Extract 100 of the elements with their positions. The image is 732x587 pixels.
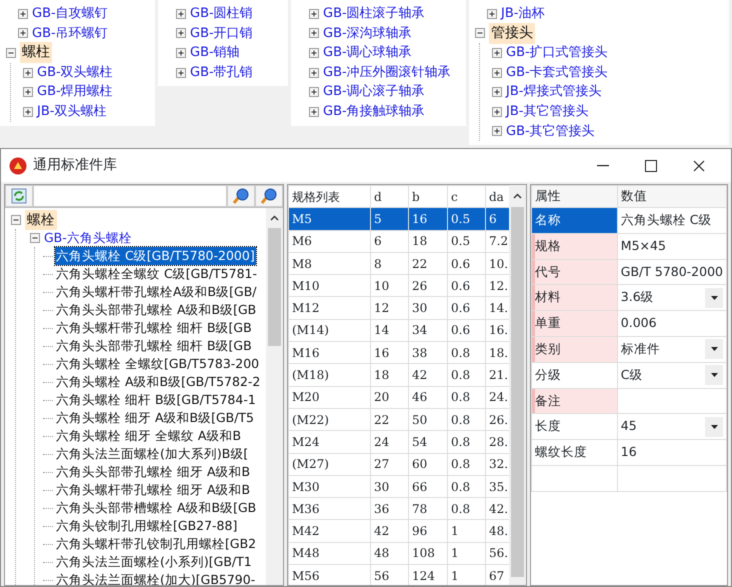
- table-cell[interactable]: M56: [288, 564, 370, 585]
- expand-icon[interactable]: [492, 68, 502, 78]
- table-cell[interactable]: 22: [408, 252, 448, 275]
- table-cell[interactable]: 16: [408, 208, 448, 230]
- dropdown-button[interactable]: [705, 365, 723, 386]
- table-cell[interactable]: M10: [288, 274, 370, 297]
- tree-item[interactable]: GB-调心球轴承: [323, 43, 412, 63]
- tree-item[interactable]: GB-双头螺柱: [37, 62, 113, 82]
- tree-item[interactable]: 六角头铰制孔用螺栓[GB27-88]: [55, 516, 238, 536]
- expand-icon[interactable]: [492, 126, 502, 136]
- expand-icon[interactable]: [23, 87, 33, 98]
- category-label[interactable]: 螺柱: [20, 42, 52, 64]
- tree-item[interactable]: JB-双头螺柱: [37, 102, 106, 122]
- table-cell[interactable]: M16: [288, 342, 370, 364]
- expand-icon[interactable]: [23, 68, 33, 78]
- table-cell[interactable]: 0.8: [448, 453, 486, 476]
- tree-item[interactable]: JB-油杯: [501, 4, 544, 24]
- scroll-up-icon[interactable]: [270, 215, 279, 221]
- tree-item[interactable]: 六角头头部带孔螺栓 细杆 B级[GB: [55, 336, 253, 356]
- table-cell[interactable]: M5: [288, 208, 370, 230]
- table-cell[interactable]: 27: [370, 453, 408, 476]
- search-button[interactable]: [255, 185, 283, 207]
- tree-item[interactable]: GB-带孔销: [190, 62, 253, 82]
- scroll-thumb[interactable]: [268, 228, 281, 346]
- table-cell[interactable]: 30: [408, 296, 448, 320]
- scroll-up-icon[interactable]: [513, 193, 522, 199]
- table-cell[interactable]: 0.8: [448, 386, 486, 408]
- dropdown-button[interactable]: [705, 288, 723, 308]
- table-cell[interactable]: 30: [370, 475, 408, 498]
- tree-item[interactable]: 六角头螺杆带孔螺栓 细杆 B级[GB: [55, 318, 253, 338]
- table-cell[interactable]: 46: [408, 386, 448, 408]
- collapse-icon[interactable]: [30, 233, 40, 243]
- tree-item[interactable]: 六角头螺栓 细杆 B级[GB/T5784-1: [55, 390, 257, 410]
- tree-item[interactable]: GB-自攻螺钉: [32, 4, 108, 24]
- table-cell[interactable]: 0.5: [448, 208, 486, 230]
- search-field[interactable]: [33, 185, 227, 207]
- expand-icon[interactable]: [487, 8, 497, 19]
- table-cell[interactable]: (M27): [288, 453, 370, 476]
- tree-item[interactable]: GB-六角头螺栓: [44, 228, 132, 248]
- table-cell[interactable]: M36: [288, 498, 370, 520]
- refresh-button[interactable]: [5, 185, 33, 207]
- table-cell[interactable]: (M14): [288, 319, 370, 342]
- table-cell[interactable]: 108: [408, 542, 448, 565]
- expand-icon[interactable]: [18, 28, 28, 38]
- property-name[interactable]: 名称: [532, 208, 618, 234]
- expand-icon[interactable]: [309, 28, 319, 38]
- expand-icon[interactable]: [18, 8, 28, 19]
- tree-item[interactable]: 六角头法兰面螺栓(加大系列)B级[: [55, 444, 250, 464]
- expand-icon[interactable]: [176, 8, 186, 19]
- collapse-icon[interactable]: [11, 215, 21, 225]
- tree-item[interactable]: 六角头螺栓 细牙 A级和B级[GB/T5: [55, 408, 256, 428]
- table-cell[interactable]: 34: [408, 319, 448, 342]
- expand-icon[interactable]: [492, 87, 502, 98]
- table-cell[interactable]: 66: [408, 475, 448, 498]
- tree-item[interactable]: 六角头螺栓 细牙 全螺纹 A级和B: [55, 426, 242, 446]
- table-cell[interactable]: 16: [370, 342, 408, 364]
- property-name[interactable]: 备注: [532, 388, 618, 414]
- property-name[interactable]: 长度: [532, 414, 618, 440]
- table-cell[interactable]: 36: [370, 498, 408, 520]
- table-cell[interactable]: 14: [370, 319, 408, 342]
- table-cell[interactable]: 0.8: [448, 364, 486, 386]
- expand-icon[interactable]: [309, 48, 319, 58]
- property-name[interactable]: 单重: [532, 310, 618, 336]
- tree-item[interactable]: GB-卡套式管接头: [506, 62, 608, 82]
- dropdown-button[interactable]: [705, 339, 723, 360]
- table-cell[interactable]: 0.8: [448, 498, 486, 520]
- expand-icon[interactable]: [309, 8, 319, 19]
- table-cell[interactable]: 0.6: [448, 252, 486, 275]
- table-cell[interactable]: 60: [408, 453, 448, 476]
- table-cell[interactable]: (M18): [288, 364, 370, 386]
- dropdown-button[interactable]: [705, 416, 723, 437]
- expand-icon[interactable]: [309, 106, 319, 117]
- property-name[interactable]: 分级: [532, 362, 618, 388]
- tree-item[interactable]: GB-圆柱滚子轴承: [323, 4, 425, 24]
- tree-item[interactable]: 六角头螺杆带孔螺栓 细牙 A级和B: [55, 480, 252, 500]
- tree-item[interactable]: GB-其它管接头: [506, 122, 595, 142]
- table-cell[interactable]: 48: [370, 542, 408, 565]
- table-cell[interactable]: 0.6: [448, 296, 486, 320]
- tree-item[interactable]: 六角头头部带孔螺栓 细牙 A级和B: [55, 462, 252, 482]
- table-cell[interactable]: M12: [288, 296, 370, 320]
- table-cell[interactable]: 12: [370, 296, 408, 320]
- table-cell[interactable]: 1: [448, 542, 486, 565]
- tree-item[interactable]: JB-焊接式管接头: [506, 82, 602, 102]
- expand-icon[interactable]: [309, 68, 319, 78]
- table-cell[interactable]: 10: [370, 274, 408, 297]
- table-cell[interactable]: 8: [370, 252, 408, 275]
- table-cell[interactable]: 5: [370, 208, 408, 230]
- table-cell[interactable]: M30: [288, 475, 370, 498]
- expand-icon[interactable]: [176, 68, 186, 78]
- table-cell[interactable]: 42: [408, 364, 448, 386]
- collapse-icon[interactable]: [475, 28, 485, 38]
- table-cell[interactable]: 0.8: [448, 342, 486, 364]
- tree-item[interactable]: GB-销轴: [190, 43, 240, 63]
- table-cell[interactable]: M42: [288, 520, 370, 542]
- tree-item[interactable]: 六角头螺栓 A级和B级[GB/T5782-2: [55, 372, 262, 392]
- tree-item[interactable]: 六角头法兰面螺栓(加大)[GB5790-: [55, 570, 256, 585]
- table-cell[interactable]: 1: [448, 520, 486, 542]
- tree-item[interactable]: 六角头螺栓 C级[GB/T5780-2000]: [55, 246, 256, 266]
- tree-item[interactable]: 六角头螺栓 全螺纹[GB/T5783-200: [55, 354, 260, 374]
- table-cell[interactable]: 0.5: [448, 230, 486, 252]
